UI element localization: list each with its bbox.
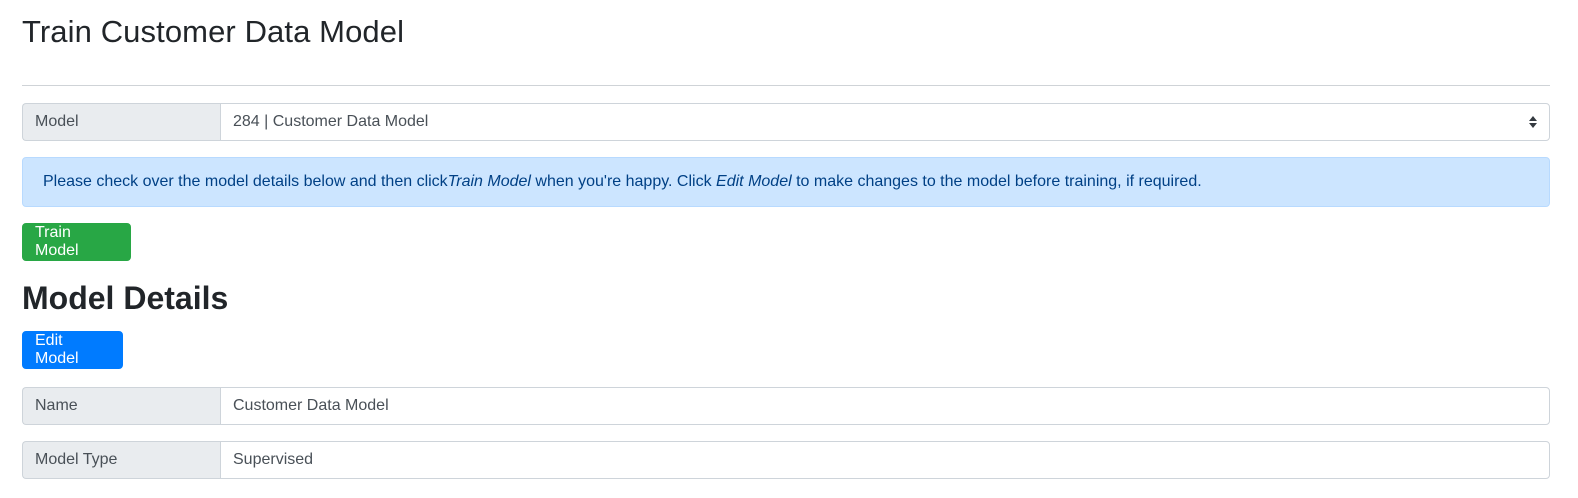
model-select[interactable]: 284 | Customer Data Model [220,103,1550,141]
section-title-model-details: Model Details [22,280,229,316]
alert-emph-edit: Edit Model [716,173,792,190]
alert-emph-train: Train Model [447,173,531,190]
page: Train Customer Data Model Model 284 | Cu… [0,0,1578,498]
sort-updown-icon [1529,116,1537,128]
alert-text-2: when you're happy. Click [530,173,717,190]
model-type-field-group: Model Type Supervised [22,441,1550,479]
page-title: Train Customer Data Model [22,14,405,49]
info-alert: Please check over the model details belo… [22,157,1550,207]
model-type-field-label: Model Type [22,441,220,479]
alert-text-1: Please check over the model details belo… [43,173,448,190]
model-type-field[interactable]: Supervised [220,441,1550,479]
model-select-group: Model 284 | Customer Data Model [22,103,1550,141]
model-select-value: 284 | Customer Data Model [233,113,429,130]
alert-text-3: to make changes to the model before trai… [791,173,1202,190]
name-field[interactable]: Customer Data Model [220,387,1550,425]
name-field-group: Name Customer Data Model [22,387,1550,425]
title-divider [22,85,1550,86]
model-select-label: Model [22,103,220,141]
name-field-label: Name [22,387,220,425]
train-model-button[interactable]: Train Model [22,223,131,261]
edit-model-button[interactable]: Edit Model [22,331,123,369]
